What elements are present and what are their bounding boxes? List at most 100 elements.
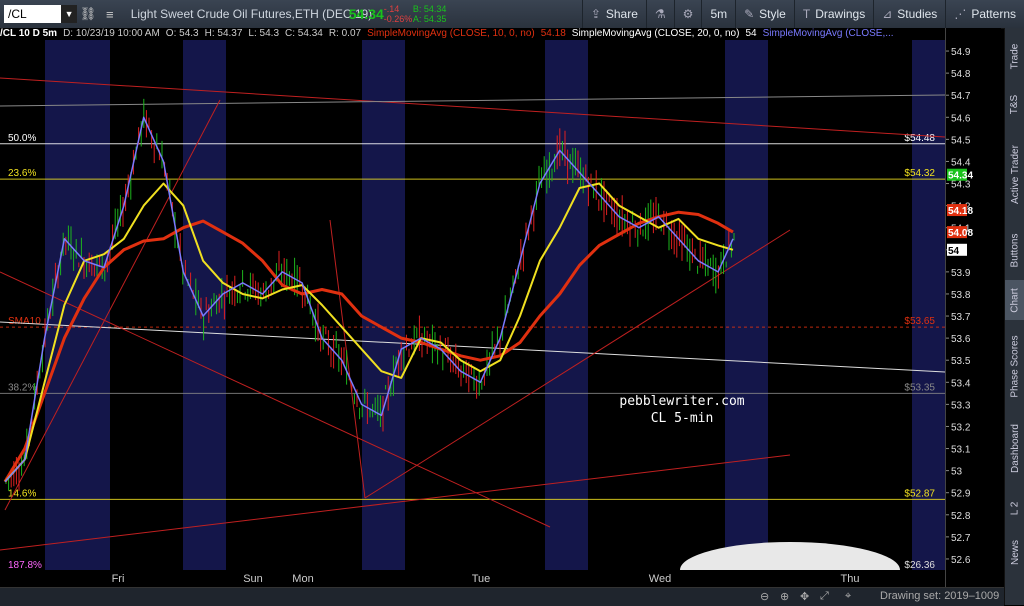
price-axis[interactable]: 54.954.854.754.654.554.454.354.254.15453… (945, 28, 1001, 587)
time-axis-label: Tue (472, 573, 491, 585)
price-marker-label: 54.18 (948, 206, 973, 217)
price-change: -.14 -0.26% (384, 4, 413, 24)
session-band (45, 40, 110, 570)
side-tab-chart[interactable]: Chart (1005, 280, 1024, 320)
price-tick-label: 53.5 (951, 356, 971, 367)
studies-button[interactable]: ⊿ Studies (873, 0, 945, 28)
fib-level-label: 14.6% (8, 488, 36, 499)
drawings-label: Drawings (815, 7, 866, 21)
price-tick-label: 53.6 (951, 334, 971, 345)
time-axis-label: Fri (112, 573, 125, 585)
sma5-label: SimpleMovingAvg (CLOSE,... (762, 28, 894, 39)
trend-line (0, 321, 945, 373)
studies-label: Studies (897, 7, 938, 21)
menu-icon[interactable]: ≡ (99, 2, 121, 26)
instrument-title: Light Sweet Crude Oil Futures,ETH (DEC 1… (130, 7, 373, 21)
side-tab-t-s[interactable]: T&S (1005, 84, 1024, 124)
symbol-text: /CL (8, 7, 27, 21)
chart-toolbar: /CL ▼ ⛓ ≡ Light Sweet Crude Oil Futures,… (0, 0, 1024, 29)
side-tab-label: Active Trader (1009, 144, 1021, 204)
side-tab-l-2[interactable]: L 2 (1005, 488, 1024, 528)
time-axis-label: Sun (243, 573, 263, 585)
trend-line (0, 94, 945, 107)
time-axis-label: Mon (292, 573, 313, 585)
price-tick-label: 54.8 (951, 69, 971, 80)
fib-price-label: $53.35 (904, 382, 935, 393)
bar-low: L: 54.3 (248, 28, 280, 39)
side-tab-label: Trade (1009, 43, 1021, 69)
price-chart[interactable]: 50.0% $54.48 23.6% $54.32 38.2% $53.35 14.6% $5… (0, 40, 945, 587)
price-tick-label: 54.5 (951, 135, 971, 146)
studies-icon: ⊿ (882, 7, 893, 21)
price-tick-label: 54.4 (951, 157, 971, 168)
dropdown-arrow-icon[interactable]: ▼ (61, 5, 78, 23)
patterns-button[interactable]: ⋰ Patterns (945, 0, 1024, 28)
zoom-out-icon[interactable]: ⊖ (760, 590, 769, 603)
drawings-button[interactable]: T Drawings (793, 0, 873, 28)
sma10-value: 54.18 (540, 28, 566, 39)
time-axis-label: Wed (649, 573, 671, 585)
price-tick-label: 52.7 (951, 533, 971, 544)
watermark-logo (680, 542, 900, 570)
fib-price-label: $53.65 (904, 316, 935, 327)
price-tick-label: 53.8 (951, 290, 971, 301)
price-tick-label: 54.6 (951, 113, 971, 124)
price-tick-label: 53.4 (951, 378, 971, 389)
side-tab-dashboard[interactable]: Dashboard (1005, 412, 1024, 484)
chart-annotation: CL 5-min (651, 411, 714, 426)
chart-id: /CL 10 D 5m (0, 28, 58, 39)
share-label: Share (605, 7, 638, 21)
patterns-label: Patterns (971, 7, 1017, 21)
fib-price-label: $26.36 (904, 560, 935, 571)
sma20-value: 54 (745, 28, 757, 39)
style-button[interactable]: ✎ Style (735, 0, 794, 28)
session-band (362, 40, 405, 570)
crosshair-icon[interactable]: ⌖ (845, 590, 851, 603)
bar-close: C: 54.34 (285, 28, 323, 39)
chart-canvas[interactable]: 50.0% $54.4823.6% $54.3238.2% $53.3514.6% $5… (0, 40, 945, 587)
fib-level-label: 23.6% (8, 168, 36, 179)
settings-button[interactable]: ⚙ (673, 0, 702, 28)
symbol-input[interactable]: /CL ▼ (4, 5, 78, 23)
timeframe-button[interactable]: 5m (701, 0, 735, 28)
drawing-set-label: Drawing set: 2019–1009 (880, 590, 1000, 602)
side-tab-trade[interactable]: Trade (1005, 32, 1024, 80)
paintbrush-icon: ✎ (744, 7, 755, 21)
price-tick-label: 52.6 (951, 555, 971, 566)
bar-open: O: 54.3 (165, 28, 199, 39)
side-tab-buttons[interactable]: Buttons (1005, 224, 1024, 276)
side-tab-label: L 2 (1009, 501, 1021, 515)
share-icon: ⇪ (590, 7, 601, 21)
price-axis-canvas: 54.954.854.754.654.554.454.354.254.15453… (946, 47, 973, 566)
side-tab-active-trader[interactable]: Active Trader (1005, 128, 1024, 220)
side-tab-label: Phase Scores (1009, 334, 1021, 398)
fib-price-label: $54.32 (904, 168, 935, 179)
price-tick-label: 54.7 (951, 91, 971, 102)
price-tick-label: 52.8 (951, 511, 971, 522)
bid-price: B: 54.34 (412, 4, 447, 14)
side-tab-label: Chart (1009, 287, 1021, 313)
price-tick-label: 53.9 (951, 268, 971, 279)
flask-button[interactable]: ⚗ (645, 0, 674, 28)
side-tab-news[interactable]: News (1005, 532, 1024, 572)
side-tab-phase-scores[interactable]: Phase Scores (1005, 324, 1024, 408)
session-band (725, 40, 768, 570)
last-price: 54.34 (348, 6, 384, 22)
share-button[interactable]: ⇪ Share (581, 0, 646, 28)
side-panel-tabs: Trade T&S Active Trader Buttons Chart Phase S… (1004, 28, 1024, 605)
trend-line (329, 219, 366, 499)
pan-icon[interactable]: ✥ (800, 590, 809, 603)
fit-icon[interactable]: ⤢ (820, 590, 829, 603)
fib-price-label: $52.87 (904, 488, 935, 499)
price-marker-label: 54 (948, 246, 960, 257)
price-tick-label: 53.1 (951, 445, 971, 456)
fib-level-label: 50.0% (8, 133, 36, 144)
link-icon[interactable]: ⛓ (77, 2, 99, 26)
side-tab-label: News (1009, 539, 1021, 565)
fib-level-label: 38.2% (8, 382, 36, 393)
fib-level-label: 187.8% (8, 560, 42, 571)
chart-annotation: pebblewriter.com (619, 394, 744, 409)
zoom-in-icon[interactable]: ⊕ (780, 590, 789, 603)
flask-icon: ⚗ (654, 7, 666, 21)
fib-level-label: SMA10 (8, 316, 41, 327)
